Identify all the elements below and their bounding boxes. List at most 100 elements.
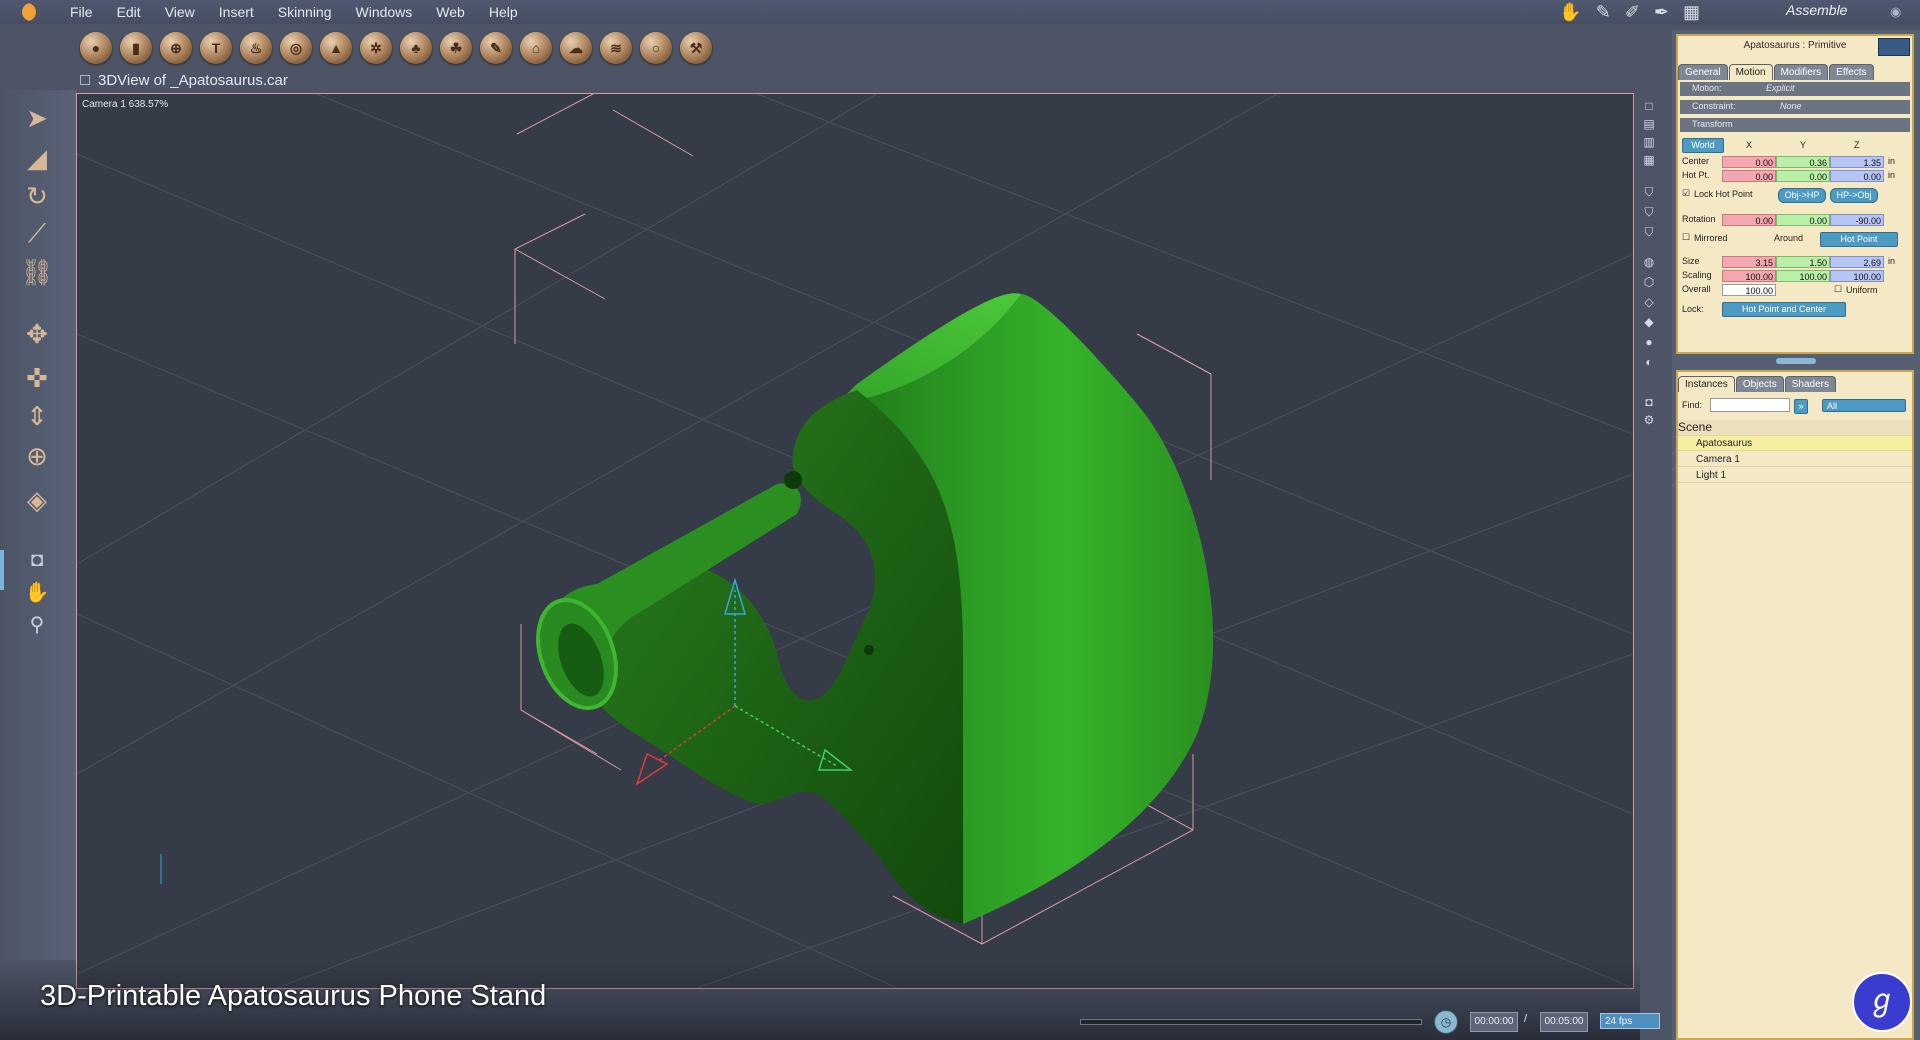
gear-icon[interactable]: ✲ — [360, 32, 392, 64]
panel-layout-button[interactable] — [1878, 38, 1910, 56]
center-x-field[interactable]: 0.00 — [1722, 156, 1776, 168]
single-view-icon[interactable]: □ — [1642, 99, 1656, 113]
paint-room-icon[interactable]: ✎ — [1596, 2, 1611, 23]
menu-help[interactable]: Help — [477, 0, 530, 24]
around-select[interactable]: Hot Point — [1820, 232, 1898, 247]
current-time-field[interactable]: 00:00:00 — [1470, 1012, 1518, 1032]
scene-header[interactable]: Scene — [1678, 420, 1912, 436]
uniform-checkbox[interactable]: ☐ — [1834, 284, 1842, 295]
triple-view-icon[interactable]: ▥ — [1642, 135, 1656, 149]
menu-edit[interactable]: Edit — [105, 0, 153, 24]
zoom-icon[interactable]: ⚲ — [18, 606, 56, 642]
eye-icon[interactable]: ◉ — [1890, 4, 1901, 20]
lock-select[interactable]: Hot Point and Center — [1722, 302, 1846, 317]
mirrored-checkbox[interactable]: ☐ — [1682, 232, 1690, 243]
direct-select-icon[interactable]: ◢ — [18, 140, 56, 176]
track-icon[interactable]: ⊕ — [18, 438, 56, 474]
tab-objects[interactable]: Objects — [1735, 376, 1784, 392]
box-mode-icon[interactable]: ◇ — [1642, 295, 1656, 309]
end-time-field[interactable]: 00:05:00 — [1540, 1012, 1588, 1032]
menu-skinning[interactable]: Skinning — [266, 0, 344, 24]
size-y-field[interactable]: 1.50 — [1776, 256, 1830, 268]
scaling-x-field[interactable]: 100.00 — [1722, 270, 1776, 282]
quad-view-icon[interactable]: ▦ — [1642, 153, 1656, 167]
scaling-y-field[interactable]: 100.00 — [1776, 270, 1830, 282]
brush-room-icon[interactable]: ✐ — [1625, 2, 1640, 23]
rotation-y-field[interactable]: 0.00 — [1776, 214, 1830, 226]
hand-icon[interactable]: ✋ — [18, 574, 56, 610]
size-x-field[interactable]: 3.15 — [1722, 256, 1776, 268]
settings-small-icon[interactable]: ⚙ — [1642, 413, 1656, 427]
overall-field[interactable]: 100.00 — [1722, 284, 1776, 296]
scaling-z-field[interactable]: 100.00 — [1830, 270, 1884, 282]
wireframe-icon[interactable]: ⬡ — [1642, 275, 1656, 289]
constraint-value[interactable]: None — [1780, 101, 1802, 111]
obj-to-hp-button[interactable]: Obj->HP — [1778, 188, 1826, 203]
menu-view[interactable]: View — [153, 0, 207, 24]
assistant-chat-button[interactable]: ℊ — [1852, 972, 1912, 1032]
hp-to-obj-button[interactable]: HP->Obj — [1830, 188, 1878, 203]
hotpt-y-field[interactable]: 0.00 — [1776, 170, 1830, 182]
motion-value[interactable]: Explicit — [1766, 83, 1795, 93]
hotpt-x-field[interactable]: 0.00 — [1722, 170, 1776, 182]
scene-item-camera[interactable]: Camera 1 — [1678, 452, 1912, 467]
tree-icon[interactable]: ♣ — [400, 32, 432, 64]
3d-viewport[interactable]: Camera 1 638.57% — [76, 93, 1634, 989]
solid-mode-icon[interactable]: ◆ — [1642, 315, 1656, 329]
app-logo[interactable] — [22, 3, 40, 21]
menu-insert[interactable]: Insert — [207, 0, 266, 24]
shaded-mode-icon[interactable]: ● — [1642, 335, 1656, 349]
filter-select[interactable]: All — [1822, 399, 1906, 412]
size-z-field[interactable]: 2.69 — [1830, 256, 1884, 268]
shield-view-2-icon[interactable]: ⛉ — [1642, 205, 1656, 219]
menu-windows[interactable]: Windows — [344, 0, 425, 24]
tab-modifiers[interactable]: Modifiers — [1773, 64, 1829, 80]
scene-item-light[interactable]: Light 1 — [1678, 468, 1912, 483]
select-arrow-icon[interactable]: ➤ — [18, 100, 56, 136]
lock-hot-point-checkbox[interactable]: ☑ — [1682, 188, 1690, 199]
move-vertical-icon[interactable]: ⇕ — [18, 398, 56, 434]
shield-view-icon[interactable]: ⛉ — [1642, 185, 1656, 199]
transform-row[interactable]: Transform — [1680, 118, 1910, 132]
dual-view-icon[interactable]: ▤ — [1642, 117, 1656, 131]
panel-splitter[interactable] — [1776, 358, 1816, 364]
bend-icon[interactable]: ⟋ — [18, 216, 56, 252]
tab-general[interactable]: General — [1678, 64, 1728, 80]
timeline-track[interactable] — [1080, 1019, 1422, 1025]
tab-instances[interactable]: Instances — [1678, 376, 1735, 392]
ground-icon[interactable]: ≋ — [600, 32, 632, 64]
scene-item-apatosaurus[interactable]: Apatosaurus — [1678, 436, 1912, 451]
cube-view-icon[interactable]: ◈ — [18, 482, 56, 518]
wrench-icon[interactable]: ⚒ — [680, 32, 712, 64]
move-icon[interactable]: ✥ — [18, 316, 56, 352]
hotpt-z-field[interactable]: 0.00 — [1830, 170, 1884, 182]
find-input[interactable] — [1710, 398, 1790, 412]
time-clock-icon[interactable]: ◷ — [1434, 1010, 1458, 1034]
plant-icon[interactable]: ☘ — [440, 32, 472, 64]
tab-shaders[interactable]: Shaders — [1784, 376, 1836, 392]
link-icon[interactable]: ⛓ — [18, 254, 56, 290]
building-icon[interactable]: ⌂ — [520, 32, 552, 64]
flame-icon[interactable]: ♨ — [240, 32, 272, 64]
hand-room-icon[interactable]: ✋ — [1559, 2, 1581, 23]
globe-icon[interactable]: ⊕ — [160, 32, 192, 64]
camera-small-icon[interactable]: ◘ — [1642, 395, 1656, 409]
find-options-button[interactable]: » — [1794, 399, 1808, 414]
torus-icon[interactable]: ◎ — [280, 32, 312, 64]
terrain-icon[interactable]: ▲ — [320, 32, 352, 64]
constraint-row[interactable]: Constraint: None — [1680, 100, 1910, 114]
left-edge-handle[interactable] — [0, 550, 4, 590]
rotate-icon[interactable]: ↻ — [18, 178, 56, 214]
tab-effects[interactable]: Effects — [1829, 64, 1874, 80]
film-room-icon[interactable]: ▦ — [1683, 2, 1700, 23]
scene-render[interactable] — [77, 94, 1633, 988]
ring-icon[interactable]: ○ — [640, 32, 672, 64]
pen-room-icon[interactable]: ✒ — [1654, 2, 1669, 23]
rotation-z-field[interactable]: -90.00 — [1830, 214, 1884, 226]
move-plane-icon[interactable]: ✜ — [18, 360, 56, 396]
text-icon[interactable]: T — [200, 32, 232, 64]
tab-motion[interactable]: Motion — [1728, 64, 1773, 80]
view-menu-icon[interactable] — [80, 75, 90, 85]
menu-web[interactable]: Web — [424, 0, 477, 24]
menu-file[interactable]: File — [58, 0, 105, 24]
